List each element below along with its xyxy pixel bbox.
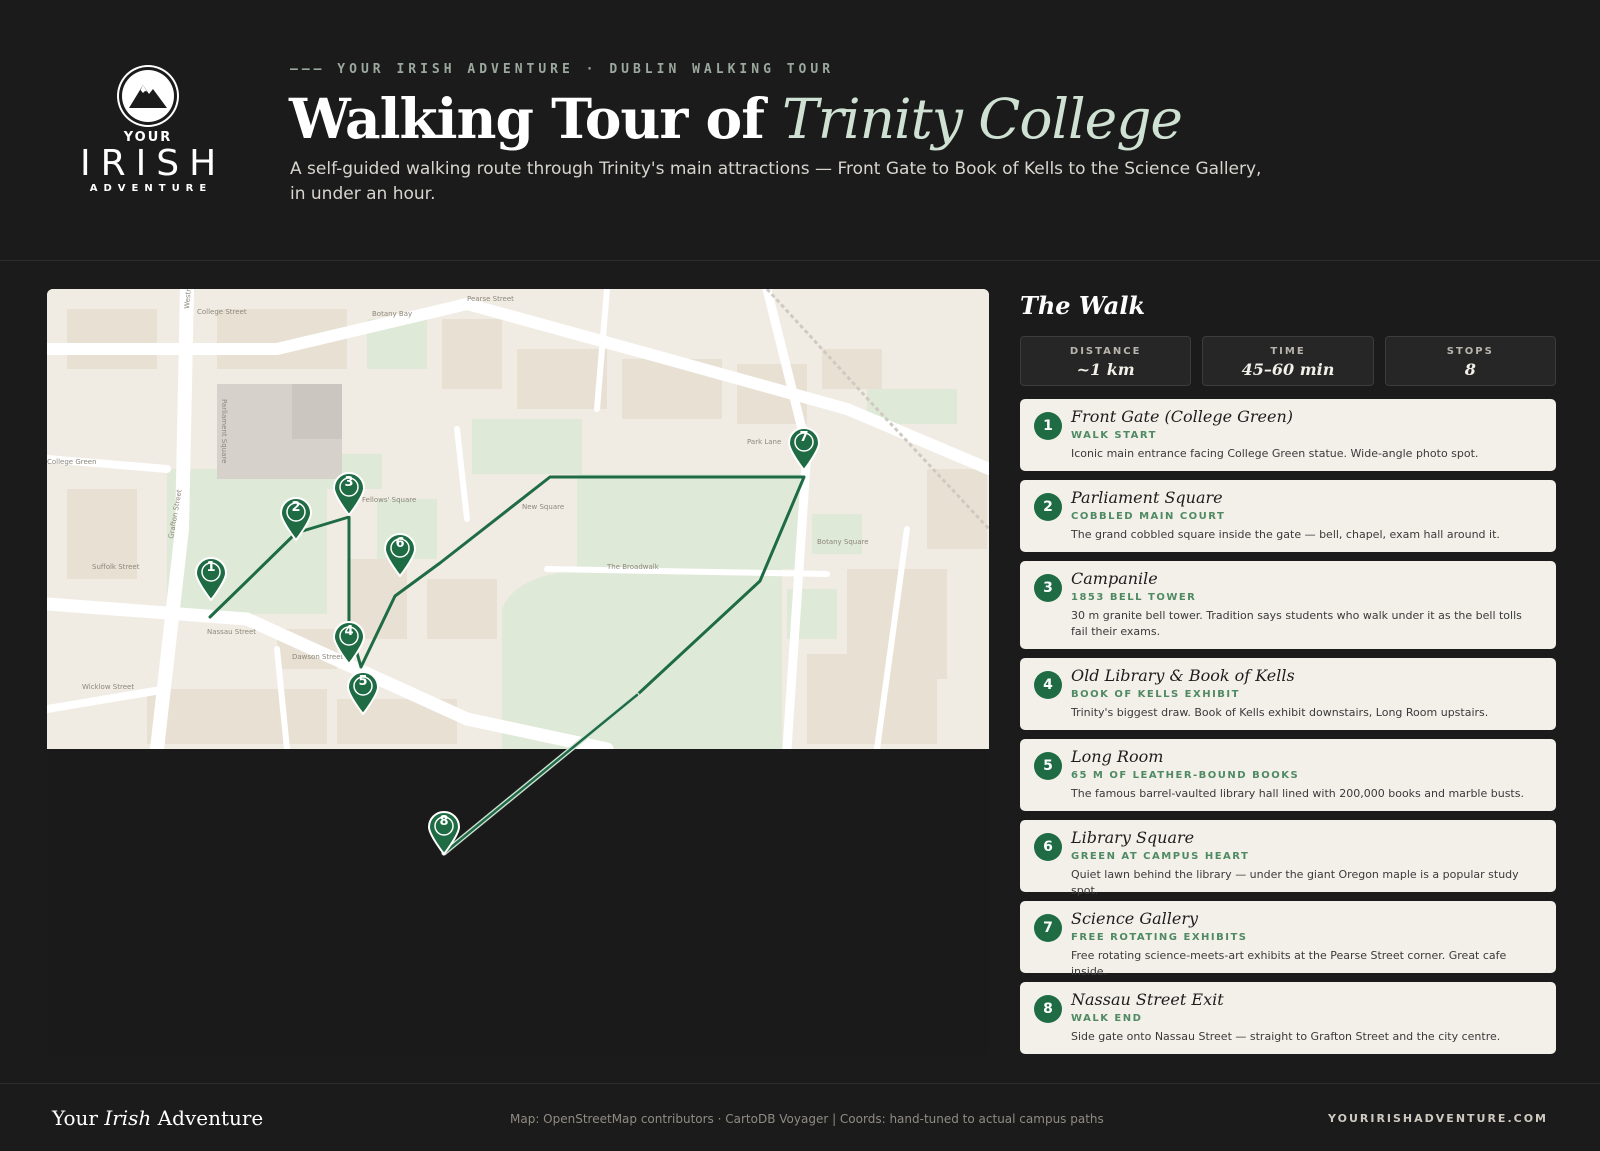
- stop-description: 30 m granite bell tower. Tradition says …: [1071, 609, 1522, 638]
- walk-title: The Walk: [1020, 291, 1146, 320]
- stop-name: Parliament Square: [1071, 488, 1223, 507]
- map-marker-8[interactable]: 8: [426, 809, 462, 855]
- stop-name: Front Gate (College Green): [1071, 407, 1294, 426]
- stop-number-badge: 3: [1034, 574, 1062, 602]
- map-marker-5[interactable]: 5: [345, 669, 381, 715]
- kicker: ——— YOUR IRISH ADVENTURE · DUBLIN WALKIN…: [290, 62, 835, 77]
- marker-number: 7: [799, 430, 809, 445]
- footer-url-link[interactable]: YOURIRISHADVENTURE.COM: [1328, 1112, 1548, 1125]
- map-marker-3[interactable]: 3: [331, 470, 367, 516]
- stop-card-2[interactable]: 2 Parliament Square COBBLED MAIN COURT T…: [1020, 480, 1556, 552]
- stop-card-6[interactable]: 6 Library Square GREEN AT CAMPUS HEART Q…: [1020, 820, 1556, 897]
- stat-label: TIME: [1270, 346, 1306, 357]
- stop-card-4[interactable]: 4 Old Library & Book of Kells BOOK OF KE…: [1020, 658, 1556, 730]
- header: YOUR IRISH ADVENTURE ——— YOUR IRISH ADVE…: [0, 0, 1600, 261]
- marker-number: 6: [395, 536, 405, 551]
- footer-brand[interactable]: Your Irish Adventure: [52, 1106, 263, 1130]
- stop-tag: BOOK OF KELLS EXHIBIT: [1071, 689, 1240, 700]
- footer: Your Irish Adventure Map: OpenStreetMap …: [0, 1083, 1600, 1151]
- stop-tag: WALK END: [1071, 1013, 1143, 1024]
- stop-tag: 1853 BELL TOWER: [1071, 592, 1197, 603]
- logo-irish: IRISH: [80, 143, 227, 184]
- map-marker-1[interactable]: 1: [193, 555, 229, 601]
- stop-name: Science Gallery: [1071, 909, 1199, 928]
- stop-card-3[interactable]: 3 Campanile 1853 BELL TOWER 30 m granite…: [1020, 561, 1556, 649]
- map-panel[interactable]: College Street Pearse Street Botany Bay …: [47, 289, 989, 1055]
- stop-description: Iconic main entrance facing College Gree…: [1071, 447, 1479, 460]
- marker-number: 2: [291, 500, 301, 515]
- stop-name: Library Square: [1071, 828, 1195, 847]
- stop-description: Free rotating science-meets-art exhibits…: [1071, 949, 1507, 978]
- map-credit: Map: OpenStreetMap contributors · CartoD…: [510, 1112, 1104, 1126]
- stat-label: STOPS: [1446, 346, 1494, 357]
- stop-tag: FREE ROTATING EXHIBITS: [1071, 932, 1248, 943]
- marker-number: 8: [439, 814, 449, 829]
- stat-value: ~1 km: [1076, 360, 1135, 379]
- stop-description: Side gate onto Nassau Street — straight …: [1071, 1030, 1501, 1043]
- stop-number-badge: 1: [1034, 412, 1062, 440]
- page-title: Walking Tour of Trinity College: [289, 86, 1183, 151]
- stop-number-badge: 8: [1034, 995, 1062, 1023]
- stat-value: 8: [1464, 360, 1476, 379]
- stop-description: Quiet lawn behind the library — under th…: [1071, 868, 1519, 897]
- map-marker-7[interactable]: 7: [786, 425, 822, 471]
- stat-time: TIME 45–60 min: [1202, 336, 1374, 386]
- footer-brand-post: Adventure: [151, 1106, 264, 1130]
- stop-card-8[interactable]: 8 Nassau Street Exit WALK END Side gate …: [1020, 982, 1556, 1054]
- logo-adventure: ADVENTURE: [89, 183, 213, 194]
- stat-stops: STOPS 8: [1384, 336, 1556, 386]
- stop-name: Campanile: [1071, 569, 1158, 588]
- page-subtitle: A self-guided walking route through Trin…: [290, 159, 1262, 204]
- stop-tag: GREEN AT CAMPUS HEART: [1071, 851, 1250, 862]
- stop-tag: COBBLED MAIN COURT: [1071, 511, 1226, 522]
- map-marker-2[interactable]: 2: [278, 495, 314, 541]
- stop-number-badge: 5: [1034, 752, 1062, 780]
- stat-value: 45–60 min: [1241, 360, 1335, 379]
- stop-name: Old Library & Book of Kells: [1071, 666, 1295, 685]
- route-line: [207, 474, 807, 856]
- stop-number-badge: 2: [1034, 493, 1062, 521]
- title-accent: Trinity College: [782, 87, 1183, 151]
- marker-number: 3: [344, 475, 354, 490]
- stop-number-badge: 6: [1034, 833, 1062, 861]
- marker-number: 5: [358, 674, 368, 689]
- stop-description: The grand cobbled square inside the gate…: [1071, 528, 1500, 541]
- stop-number-badge: 4: [1034, 671, 1062, 699]
- stats-row: DISTANCE ~1 km TIME 45–60 min STOPS 8: [1020, 336, 1556, 386]
- marker-number: 1: [206, 560, 216, 575]
- stat-distance: DISTANCE ~1 km: [1020, 336, 1192, 386]
- footer-brand-pre: Your: [52, 1106, 105, 1130]
- stop-description: Trinity's biggest draw. Book of Kells ex…: [1071, 706, 1489, 719]
- title-main: Walking Tour of: [289, 86, 783, 151]
- stop-number-badge: 7: [1034, 914, 1062, 942]
- stop-name: Long Room: [1071, 747, 1164, 766]
- map-marker-6[interactable]: 6: [382, 531, 418, 577]
- stop-name: Nassau Street Exit: [1071, 990, 1224, 1009]
- stop-card-1[interactable]: 1 Front Gate (College Green) WALK START …: [1020, 399, 1556, 471]
- stop-card-5[interactable]: 5 Long Room 65 M OF LEATHER-BOUND BOOKS …: [1020, 739, 1556, 811]
- map-marker-4[interactable]: 4: [331, 619, 367, 665]
- stop-tag: 65 M OF LEATHER-BOUND BOOKS: [1071, 770, 1300, 781]
- stat-label: DISTANCE: [1069, 346, 1142, 357]
- marker-number: 4: [344, 624, 354, 639]
- footer-brand-accent: Irish: [104, 1106, 152, 1130]
- stop-card-7[interactable]: 7 Science Gallery FREE ROTATING EXHIBITS…: [1020, 901, 1556, 978]
- stop-tag: WALK START: [1071, 430, 1157, 441]
- stop-description: The famous barrel-vaulted library hall l…: [1071, 787, 1524, 800]
- brand-logo[interactable]: YOUR IRISH ADVENTURE: [72, 65, 224, 195]
- mountain-icon: [117, 65, 179, 127]
